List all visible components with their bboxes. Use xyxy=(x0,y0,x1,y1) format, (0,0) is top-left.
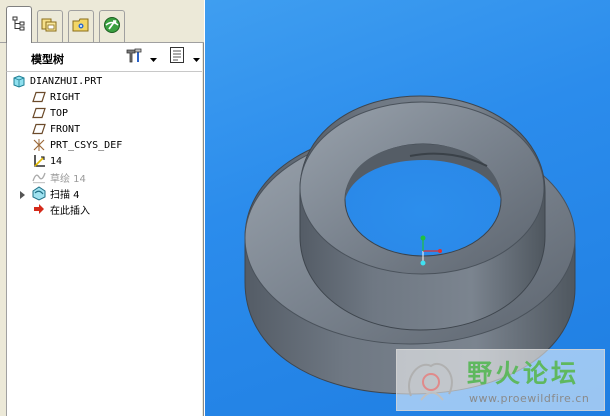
tree-item-insert-here[interactable]: 在此插入 xyxy=(31,201,90,217)
tree-item-label: RIGHT xyxy=(50,91,81,103)
tree-item-datum-top[interactable]: TOP xyxy=(31,105,68,121)
tree-item-curve-14[interactable]: 14 xyxy=(31,153,62,169)
sweep-feature-icon xyxy=(31,185,47,201)
tree-expand-toggle[interactable] xyxy=(18,185,26,201)
tree-item-part[interactable]: DIANZHUI.PRT xyxy=(11,73,102,89)
model-tree-tab[interactable] xyxy=(6,6,32,43)
tree-settings-dropdown[interactable] xyxy=(148,47,158,67)
model-tree: DIANZHUI.PRT RIGHT TOP FRONT PRT_CSYS_DE… xyxy=(6,71,202,416)
forum-watermark: 野火论坛 www.proewildfire.cn xyxy=(396,349,605,411)
tree-settings-button[interactable] xyxy=(124,47,146,67)
helix-sketch-icon xyxy=(31,153,47,169)
navigator-tab-bar xyxy=(0,0,204,43)
settings-hammer-icon xyxy=(125,46,145,68)
datum-plane-icon xyxy=(31,121,47,137)
model-tree-header: 模型树 xyxy=(6,43,202,71)
tree-item-label: 扫描 4 xyxy=(50,189,80,201)
chevron-right-icon xyxy=(19,184,25,203)
tree-item-datum-front[interactable]: FRONT xyxy=(31,121,80,137)
tree-item-sketch-14[interactable]: 草绘 14 xyxy=(31,169,86,185)
chevron-down-icon xyxy=(149,48,157,67)
tree-item-label: FRONT xyxy=(50,123,81,135)
tree-item-label: 在此插入 xyxy=(50,205,90,217)
favorites-tab[interactable] xyxy=(68,10,94,42)
tree-item-csys[interactable]: PRT_CSYS_DEF xyxy=(31,137,122,153)
tree-item-label: DIANZHUI.PRT xyxy=(30,75,103,87)
web-globe-icon xyxy=(103,16,121,38)
connections-tab[interactable] xyxy=(99,10,125,42)
folder-browser-icon xyxy=(41,17,59,37)
coordinate-system-icon xyxy=(31,137,47,153)
tree-item-label: PRT_CSYS_DEF xyxy=(50,139,123,151)
tree-show-button[interactable] xyxy=(167,47,187,67)
favorites-folder-icon xyxy=(72,17,90,37)
watermark-title: 野火论坛 xyxy=(467,359,580,388)
forum-logo-icon xyxy=(401,356,461,410)
insert-here-arrow-icon xyxy=(31,201,47,217)
tree-item-datum-right[interactable]: RIGHT xyxy=(31,89,80,105)
tree-show-dropdown[interactable] xyxy=(191,47,201,67)
tree-item-label: 14 xyxy=(50,155,63,167)
model-tree-title: 模型树 xyxy=(31,53,64,66)
datum-plane-icon xyxy=(31,89,47,105)
tree-item-sweep-4[interactable]: 扫描 4 xyxy=(31,185,80,201)
folder-browser-tab[interactable] xyxy=(37,10,63,42)
tree-item-label: 草绘 14 xyxy=(50,173,86,185)
sketch-icon xyxy=(31,169,47,185)
chevron-down-icon xyxy=(192,48,200,67)
part-cube-icon xyxy=(11,73,27,89)
tree-hierarchy-icon xyxy=(11,15,27,35)
navigator-panel: 模型树 DIANZHUI.PRT RIGHT TOP FRONT PRT_CSY… xyxy=(0,0,204,416)
tree-item-label: TOP xyxy=(50,107,69,119)
show-menu-icon xyxy=(169,46,185,68)
datum-plane-icon xyxy=(31,105,47,121)
watermark-url: www.proewildfire.cn xyxy=(469,392,590,405)
